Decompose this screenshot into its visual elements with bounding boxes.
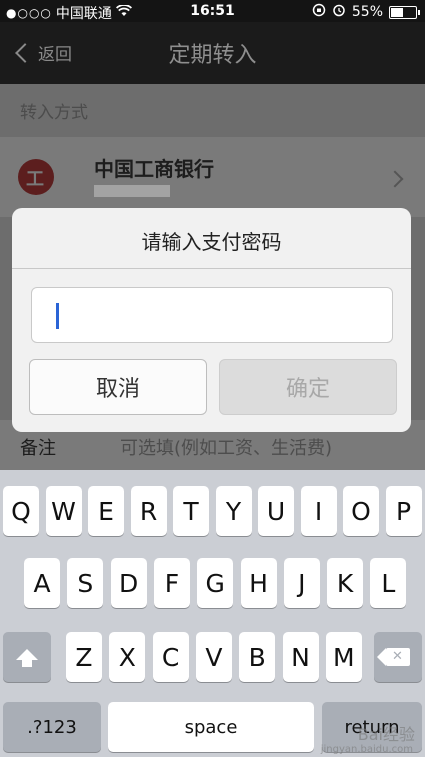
key-c[interactable]: C bbox=[152, 632, 189, 682]
key-w[interactable]: W bbox=[45, 486, 82, 536]
nav-bar: 返回 定期转入 bbox=[0, 22, 425, 84]
key-d[interactable]: D bbox=[110, 558, 147, 608]
key-a[interactable]: A bbox=[24, 558, 60, 608]
status-right: 55% bbox=[312, 3, 420, 21]
watermark-logo: Bai经验 bbox=[357, 725, 415, 744]
key-g[interactable]: G bbox=[197, 558, 234, 608]
key-q[interactable]: Q bbox=[3, 486, 39, 536]
numbers-key[interactable]: .?123 bbox=[3, 702, 101, 752]
key-b[interactable]: B bbox=[239, 632, 276, 682]
backspace-icon bbox=[377, 648, 410, 666]
remark-input[interactable]: 可选填(例如工资、生活费) bbox=[120, 434, 332, 460]
dialog-title: 请输入支付密码 bbox=[141, 230, 282, 254]
keyboard: QWERTYUIOP ASDFGHJKL ZXCVBNM .?123 space… bbox=[0, 470, 425, 757]
key-m[interactable]: M bbox=[325, 632, 362, 682]
key-y[interactable]: Y bbox=[215, 486, 252, 536]
delete-key[interactable] bbox=[374, 632, 422, 682]
bank-row[interactable]: 中国工商银行 bbox=[0, 137, 425, 217]
battery-percent: 55% bbox=[351, 4, 383, 20]
key-z[interactable]: Z bbox=[66, 632, 102, 682]
key-e[interactable]: E bbox=[88, 486, 124, 536]
text-caret bbox=[56, 303, 59, 329]
key-v[interactable]: V bbox=[195, 632, 232, 682]
status-bar: ●○○○ 中国联通 16:51 55% bbox=[0, 0, 425, 22]
key-t[interactable]: T bbox=[173, 486, 209, 536]
watermark-url: jingyan.baidu.com bbox=[320, 744, 413, 755]
password-dialog: 请输入支付密码 取消 确定 bbox=[12, 208, 411, 432]
chevron-right-icon bbox=[386, 170, 404, 188]
key-h[interactable]: H bbox=[240, 558, 277, 608]
confirm-button[interactable]: 确定 bbox=[219, 359, 397, 415]
key-j[interactable]: J bbox=[283, 558, 320, 608]
section-label: 转入方式 bbox=[20, 103, 88, 123]
key-p[interactable]: P bbox=[385, 486, 422, 536]
cancel-button[interactable]: 取消 bbox=[29, 359, 207, 415]
shift-arrow-icon bbox=[16, 648, 38, 667]
shift-key[interactable] bbox=[3, 632, 51, 682]
rotation-lock-icon bbox=[312, 3, 326, 21]
remark-label: 备注 bbox=[20, 438, 56, 459]
key-x[interactable]: X bbox=[109, 632, 146, 682]
space-key[interactable]: space bbox=[108, 702, 314, 752]
key-n[interactable]: N bbox=[282, 632, 319, 682]
bank-name: 中国工商银行 bbox=[94, 157, 214, 181]
dialog-divider bbox=[12, 268, 411, 269]
key-i[interactable]: I bbox=[300, 486, 337, 536]
password-input[interactable] bbox=[31, 287, 393, 343]
alarm-icon bbox=[332, 3, 346, 21]
key-f[interactable]: F bbox=[153, 558, 190, 608]
key-r[interactable]: R bbox=[130, 486, 167, 536]
bank-account-masked bbox=[94, 185, 170, 197]
key-s[interactable]: S bbox=[67, 558, 104, 608]
battery-icon bbox=[389, 5, 420, 19]
page-title: 定期转入 bbox=[168, 43, 257, 68]
key-k[interactable]: K bbox=[327, 558, 364, 608]
bank-logo-icon bbox=[18, 159, 54, 195]
key-u[interactable]: U bbox=[258, 486, 294, 536]
key-o[interactable]: O bbox=[343, 486, 379, 536]
key-l[interactable]: L bbox=[370, 558, 407, 608]
